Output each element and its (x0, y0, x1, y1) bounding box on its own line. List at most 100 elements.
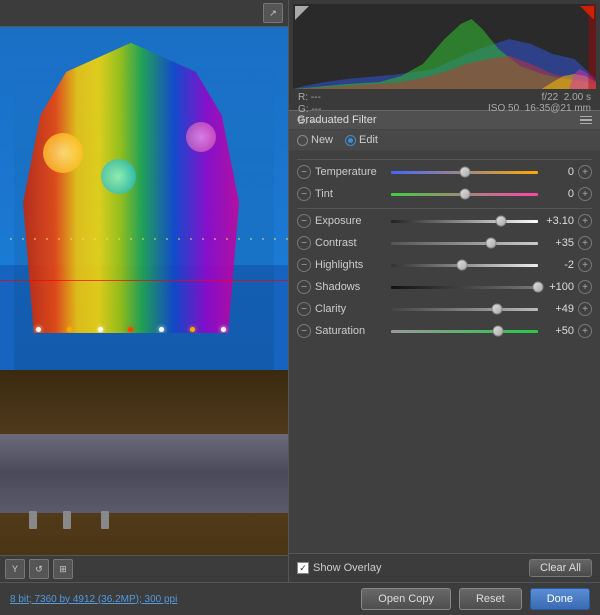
slider-minus-temperature[interactable]: − (297, 165, 311, 179)
slider-minus-tint[interactable]: − (297, 187, 311, 201)
slider-track-bg-clarity (391, 308, 538, 311)
slider-track-bg-saturation (391, 330, 538, 333)
slider-thumb-highlights[interactable] (456, 260, 467, 271)
done-button[interactable]: Done (530, 588, 590, 610)
show-overlay-checkbox[interactable]: ✓ (297, 562, 309, 574)
slider-track-bg-tint (391, 193, 538, 196)
rgb-values: R: --- G: --- B: --- (298, 92, 321, 127)
slider-value-shadows: +100 (542, 281, 574, 293)
clear-all-button[interactable]: Clear All (529, 559, 592, 577)
slider-track-bg-highlights (391, 264, 538, 267)
divider-2 (297, 208, 592, 209)
slider-thumb-exposure[interactable] (496, 216, 507, 227)
slider-plus-highlights[interactable]: + (578, 258, 592, 272)
slider-row-contrast: − Contrast +35 + (297, 235, 592, 251)
slider-track-bg-exposure (391, 220, 538, 223)
slider-plus-exposure[interactable]: + (578, 214, 592, 228)
filter-options: New Edit (289, 130, 600, 151)
clipping-highlights-icon[interactable] (580, 6, 594, 20)
b-label: B: --- (298, 116, 321, 127)
slider-minus-saturation[interactable]: − (297, 324, 311, 338)
slider-track-tint[interactable] (391, 186, 538, 202)
slider-track-contrast[interactable] (391, 235, 538, 251)
slider-thumb-clarity[interactable] (491, 304, 502, 315)
slider-thumb-contrast[interactable] (485, 238, 496, 249)
exposure-info: f/22 2.00 s ISO 50 16-35@21 mm (488, 92, 591, 127)
slider-plus-tint[interactable]: + (578, 187, 592, 201)
slider-track-clarity[interactable] (391, 301, 538, 317)
slider-thumb-temperature[interactable] (459, 167, 470, 178)
slider-thumb-saturation[interactable] (493, 326, 504, 337)
main-container: ↗ (0, 0, 600, 615)
slider-plus-shadows[interactable]: + (578, 280, 592, 294)
show-overlay-label[interactable]: ✓ Show Overlay (297, 562, 381, 574)
top-area: ↗ (0, 0, 600, 582)
sliders-area: − Temperature 0 + − Tint 0 + − Exposure … (289, 151, 600, 553)
divider-1 (297, 159, 592, 160)
slider-label-temperature: Temperature (315, 166, 387, 178)
filter-icon[interactable]: Y (5, 559, 25, 579)
overlay-bar: ✓ Show Overlay Clear All (289, 553, 600, 582)
slider-track-temperature[interactable] (391, 164, 538, 180)
slider-row-exposure: − Exposure +3.10 + (297, 213, 592, 229)
sliders-container: − Temperature 0 + − Tint 0 + − Exposure … (297, 164, 592, 339)
reset-button[interactable]: Reset (459, 588, 522, 610)
slider-label-shadows: Shadows (315, 281, 387, 293)
image-bottom-bar: Y ↺ ⊞ (0, 555, 288, 582)
slider-plus-saturation[interactable]: + (578, 324, 592, 338)
radio-edit-circle (345, 135, 356, 146)
slider-thumb-shadows[interactable] (533, 282, 544, 293)
slider-track-bg-shadows (391, 286, 538, 289)
selection-line (0, 280, 288, 281)
clipping-shadows-icon[interactable] (295, 6, 309, 20)
open-copy-button[interactable]: Open Copy (361, 588, 451, 610)
aperture-shutter: f/22 2.00 s (488, 92, 591, 103)
file-info[interactable]: 8 bit; 7360 by 4912 (36.2MP); 300 ppi (10, 594, 177, 605)
action-buttons: Open Copy Reset Done (361, 588, 590, 610)
slider-plus-clarity[interactable]: + (578, 302, 592, 316)
slider-minus-exposure[interactable]: − (297, 214, 311, 228)
g-label: G: --- (298, 104, 321, 115)
slider-label-tint: Tint (315, 188, 387, 200)
slider-row-highlights: − Highlights -2 + (297, 257, 592, 273)
slider-value-tint: 0 (542, 188, 574, 200)
slider-track-highlights[interactable] (391, 257, 538, 273)
slider-track-bg-temperature (391, 171, 538, 174)
histogram-area: R: --- G: --- B: --- f/22 2.00 s ISO 50 … (289, 0, 600, 110)
slider-row-saturation: − Saturation +50 + (297, 323, 592, 339)
expand-icon[interactable]: ⊞ (53, 559, 73, 579)
radio-edit[interactable]: Edit (345, 134, 378, 146)
slider-track-saturation[interactable] (391, 323, 538, 339)
slider-value-clarity: +49 (542, 303, 574, 315)
slider-label-contrast: Contrast (315, 237, 387, 249)
slider-value-exposure: +3.10 (542, 215, 574, 227)
slider-value-saturation: +50 (542, 325, 574, 337)
slider-row-tint: − Tint 0 + (297, 186, 592, 202)
slider-plus-temperature[interactable]: + (578, 165, 592, 179)
radio-edit-dot (348, 138, 353, 143)
navigate-icon[interactable]: ↗ (263, 3, 283, 23)
slider-row-shadows: − Shadows +100 + (297, 279, 592, 295)
slider-row-clarity: − Clarity +49 + (297, 301, 592, 317)
slider-value-highlights: -2 (542, 259, 574, 271)
slider-plus-contrast[interactable]: + (578, 236, 592, 250)
slider-track-exposure[interactable] (391, 213, 538, 229)
rotate-icon[interactable]: ↺ (29, 559, 49, 579)
radio-new[interactable]: New (297, 134, 333, 146)
bottom-bar: 8 bit; 7360 by 4912 (36.2MP); 300 ppi Op… (0, 582, 600, 615)
slider-minus-highlights[interactable]: − (297, 258, 311, 272)
image-toolbar: ↗ (0, 0, 288, 27)
histogram-svg (293, 4, 596, 89)
image-container (0, 27, 288, 555)
rgb-info: R: --- G: --- B: --- f/22 2.00 s ISO 50 … (293, 89, 596, 127)
slider-track-shadows[interactable] (391, 279, 538, 295)
slider-label-clarity: Clarity (315, 303, 387, 315)
slider-label-exposure: Exposure (315, 215, 387, 227)
iso-lens: ISO 50 16-35@21 mm (488, 103, 591, 114)
slider-track-bg-contrast (391, 242, 538, 245)
slider-minus-shadows[interactable]: − (297, 280, 311, 294)
slider-minus-clarity[interactable]: − (297, 302, 311, 316)
slider-thumb-tint[interactable] (459, 189, 470, 200)
slider-minus-contrast[interactable]: − (297, 236, 311, 250)
slider-label-highlights: Highlights (315, 259, 387, 271)
